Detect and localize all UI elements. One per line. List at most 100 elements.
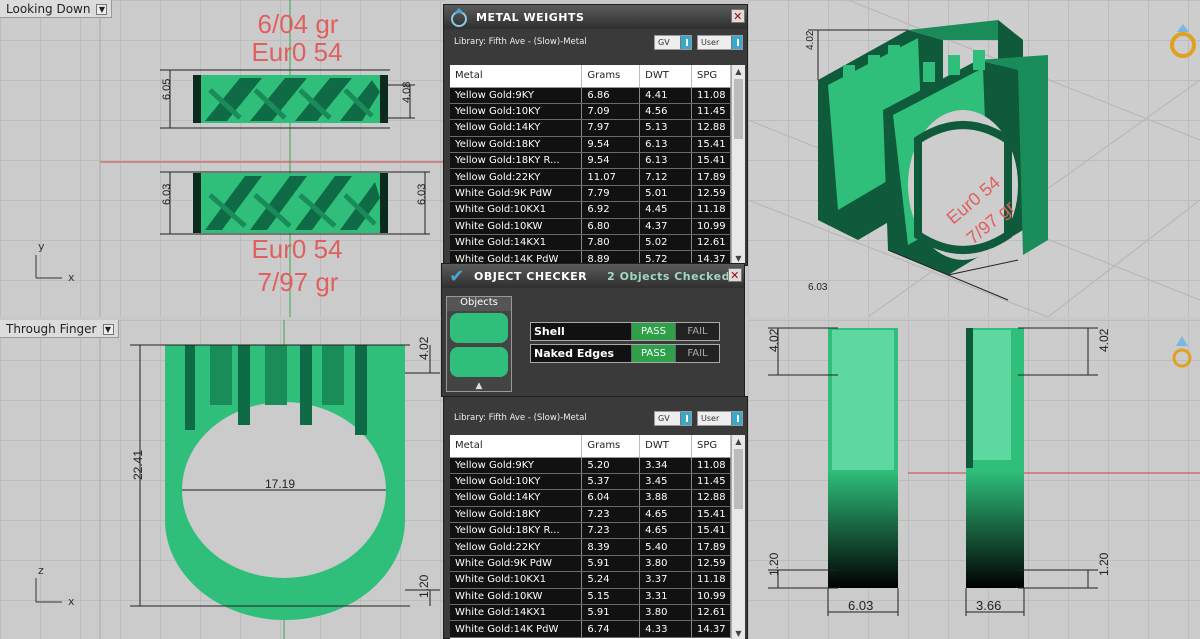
table-cell: 11.18 xyxy=(691,201,731,219)
column-header[interactable]: DWT xyxy=(639,65,692,88)
table-cell: Yellow Gold:9KY xyxy=(450,457,583,474)
table-cell: 3.80 xyxy=(639,604,692,622)
axis-x: x xyxy=(68,271,75,284)
table-cell: 7.23 xyxy=(581,522,641,540)
table-row[interactable]: Yellow Gold:9KY 6.86 4.41 11.08 xyxy=(450,87,731,104)
viewport-perspective[interactable]: 4.02 6.03 Eur0 54 7/97 gr xyxy=(748,0,1200,317)
table-cell: 17.89 xyxy=(691,168,731,186)
table-row[interactable]: White Gold:9K PdW 5.91 3.80 12.59 xyxy=(450,555,731,573)
table-cell: 4.65 xyxy=(639,506,692,524)
check-name: Shell xyxy=(531,323,631,340)
table-cell: 6.86 xyxy=(581,87,641,104)
table-row[interactable]: Yellow Gold:9KY 5.20 3.34 11.08 xyxy=(450,457,731,474)
chevron-down-icon[interactable]: ▼ xyxy=(96,3,108,15)
gold-ring-icon[interactable] xyxy=(1170,24,1196,58)
gv-toggle[interactable]: GV xyxy=(654,35,692,50)
table-cell: 5.15 xyxy=(581,588,641,606)
table-cell: 9.54 xyxy=(581,136,641,154)
table-cell: White Gold:10KX1 xyxy=(450,571,583,589)
table-row[interactable]: Yellow Gold:10KY 5.37 3.45 11.45 xyxy=(450,473,731,491)
gv-toggle-2[interactable]: GV xyxy=(654,411,692,426)
table-row[interactable]: Yellow Gold:14KY 6.04 3.88 12.88 xyxy=(450,489,731,507)
chevron-down-icon[interactable]: ▼ xyxy=(102,323,114,335)
column-header[interactable]: Metal xyxy=(450,65,583,88)
table-row[interactable]: White Gold:10KX1 6.92 4.45 11.18 xyxy=(450,201,731,219)
persp-dim-d2: 6.03 xyxy=(808,282,828,293)
column-header[interactable]: Metal xyxy=(450,435,583,458)
column-header[interactable]: SPG xyxy=(691,435,731,458)
table-row[interactable]: White Gold:9K PdW 7.79 5.01 12.59 xyxy=(450,185,731,203)
viewport-label-looking-down[interactable]: Looking Down ▼ xyxy=(0,0,113,18)
object-checker-titlebar[interactable]: ✔ OBJECT CHECKER 2 Objects Checked ✕ xyxy=(442,264,744,288)
table-cell: 7.23 xyxy=(581,506,641,524)
check-fail-badge[interactable]: FAIL xyxy=(675,323,719,340)
table-cell: 3.34 xyxy=(639,457,692,474)
table-cell: 4.37 xyxy=(639,218,692,236)
viewport-side[interactable]: 4.02 1.20 4.02 1.20 6.03 3.66 xyxy=(748,320,1200,639)
viewport-looking-down[interactable]: 6.05 4.08 6.03 6.03 y x Looking Down ▼ 6… xyxy=(0,0,445,317)
table-cell: Yellow Gold:14KY xyxy=(450,119,583,137)
column-header[interactable]: Grams xyxy=(581,435,641,458)
table-row[interactable]: Yellow Gold:22KY 11.07 7.12 17.89 xyxy=(450,168,731,186)
table-cell: 6.74 xyxy=(581,620,641,638)
table-cell: Yellow Gold:22KY xyxy=(450,538,583,556)
table-cell: 12.59 xyxy=(691,185,731,203)
check-pass-badge[interactable]: PASS xyxy=(631,323,675,340)
perspective-drawing: 4.02 6.03 Eur0 54 7/97 gr xyxy=(748,0,1200,317)
table-cell: White Gold:14KX1 xyxy=(450,604,583,622)
table-row[interactable]: Yellow Gold:22KY 8.39 5.40 17.89 xyxy=(450,538,731,556)
table-row[interactable]: White Gold:14K PdW 6.74 4.33 14.37 xyxy=(450,620,731,638)
metal-weights-table-2[interactable]: Metal Grams DWT SPG Yellow Gold:9KY 5.20 3.34… xyxy=(450,435,745,639)
table-row[interactable]: White Gold:14KX1 7.80 5.02 12.61 xyxy=(450,234,731,252)
column-header[interactable]: SPG xyxy=(691,65,731,88)
object-checker-panel[interactable]: ✔ OBJECT CHECKER 2 Objects Checked ✕ Obj… xyxy=(441,263,745,397)
close-icon[interactable]: ✕ xyxy=(728,268,742,282)
metal-weights-title: METAL WEIGHTS xyxy=(476,10,585,24)
metal-weights-table[interactable]: Metal Grams DWT SPG Yellow Gold:9KY 6.86 4.41… xyxy=(450,65,745,265)
table-row[interactable]: Yellow Gold:18KY 9.54 6.13 15.41 xyxy=(450,136,731,154)
viewport-label-through-finger[interactable]: Through Finger ▼ xyxy=(0,320,119,338)
side-dim-left-top: 4.02 xyxy=(767,328,781,352)
dim-top: 4.02 xyxy=(417,336,431,360)
table-cell: 15.41 xyxy=(691,522,731,540)
table-cell: 12.88 xyxy=(691,489,731,507)
table-scrollbar[interactable]: ▲ ▼ xyxy=(731,65,745,265)
table-cell: 10.99 xyxy=(691,218,731,236)
dim-h2: 6.03 xyxy=(161,184,173,205)
table-row[interactable]: White Gold:10KX1 5.24 3.37 11.18 xyxy=(450,571,731,589)
metal-weights-titlebar[interactable]: METAL WEIGHTS ✕ xyxy=(444,5,747,29)
check-pass-badge[interactable]: PASS xyxy=(631,345,675,362)
table-row[interactable]: White Gold:14KX1 5.91 3.80 12.61 xyxy=(450,604,731,622)
check-fail-badge[interactable]: FAIL xyxy=(675,345,719,362)
chevron-up-icon[interactable]: ▲ xyxy=(447,381,511,391)
table-cell: 6.13 xyxy=(639,136,692,154)
user-toggle-2[interactable]: User xyxy=(697,411,743,426)
viewport-through-finger[interactable]: 22.41 17.19 4.02 1.20 z x Through Finger… xyxy=(0,320,445,639)
dim-h1: 6.05 xyxy=(161,79,173,100)
close-icon[interactable]: ✕ xyxy=(731,9,745,23)
table-cell: 14.37 xyxy=(691,620,731,638)
table-row[interactable]: White Gold:10KW 6.80 4.37 10.99 xyxy=(450,218,731,236)
table-cell: 15.41 xyxy=(691,136,731,154)
table-scrollbar-2[interactable]: ▲ ▼ xyxy=(731,435,745,639)
table-row[interactable]: Yellow Gold:14KY 7.97 5.13 12.88 xyxy=(450,119,731,137)
table-row[interactable]: Yellow Gold:18KY R... 7.23 4.65 15.41 xyxy=(450,522,731,540)
metal-weights-panel-2[interactable]: Library: Fifth Ave - (Slow)-Metal GV Use… xyxy=(443,396,748,639)
table-cell: 15.41 xyxy=(691,152,731,170)
axis-x2: x xyxy=(68,595,75,608)
objects-preview[interactable]: Objects ▲ xyxy=(446,296,512,392)
table-row[interactable]: Yellow Gold:10KY 7.09 4.56 11.45 xyxy=(450,103,731,121)
table-row[interactable]: White Gold:10KW 5.15 3.31 10.99 xyxy=(450,588,731,606)
metal-weights-logo-icon xyxy=(451,8,467,27)
axis-z: z xyxy=(38,564,44,577)
gold-ring-icon[interactable] xyxy=(1172,336,1192,368)
column-header[interactable]: DWT xyxy=(639,435,692,458)
metal-weights-panel[interactable]: METAL WEIGHTS ✕ Library: Fifth Ave - (Sl… xyxy=(443,4,748,266)
table-cell: 11.08 xyxy=(691,87,731,104)
table-cell: Yellow Gold:18KY xyxy=(450,506,583,524)
table-row[interactable]: Yellow Gold:18KY 7.23 4.65 15.41 xyxy=(450,506,731,524)
table-row[interactable]: Yellow Gold:18KY R... 9.54 6.13 15.41 xyxy=(450,152,731,170)
table-cell: White Gold:9K PdW xyxy=(450,185,583,203)
user-toggle[interactable]: User xyxy=(697,35,743,50)
column-header[interactable]: Grams xyxy=(581,65,641,88)
